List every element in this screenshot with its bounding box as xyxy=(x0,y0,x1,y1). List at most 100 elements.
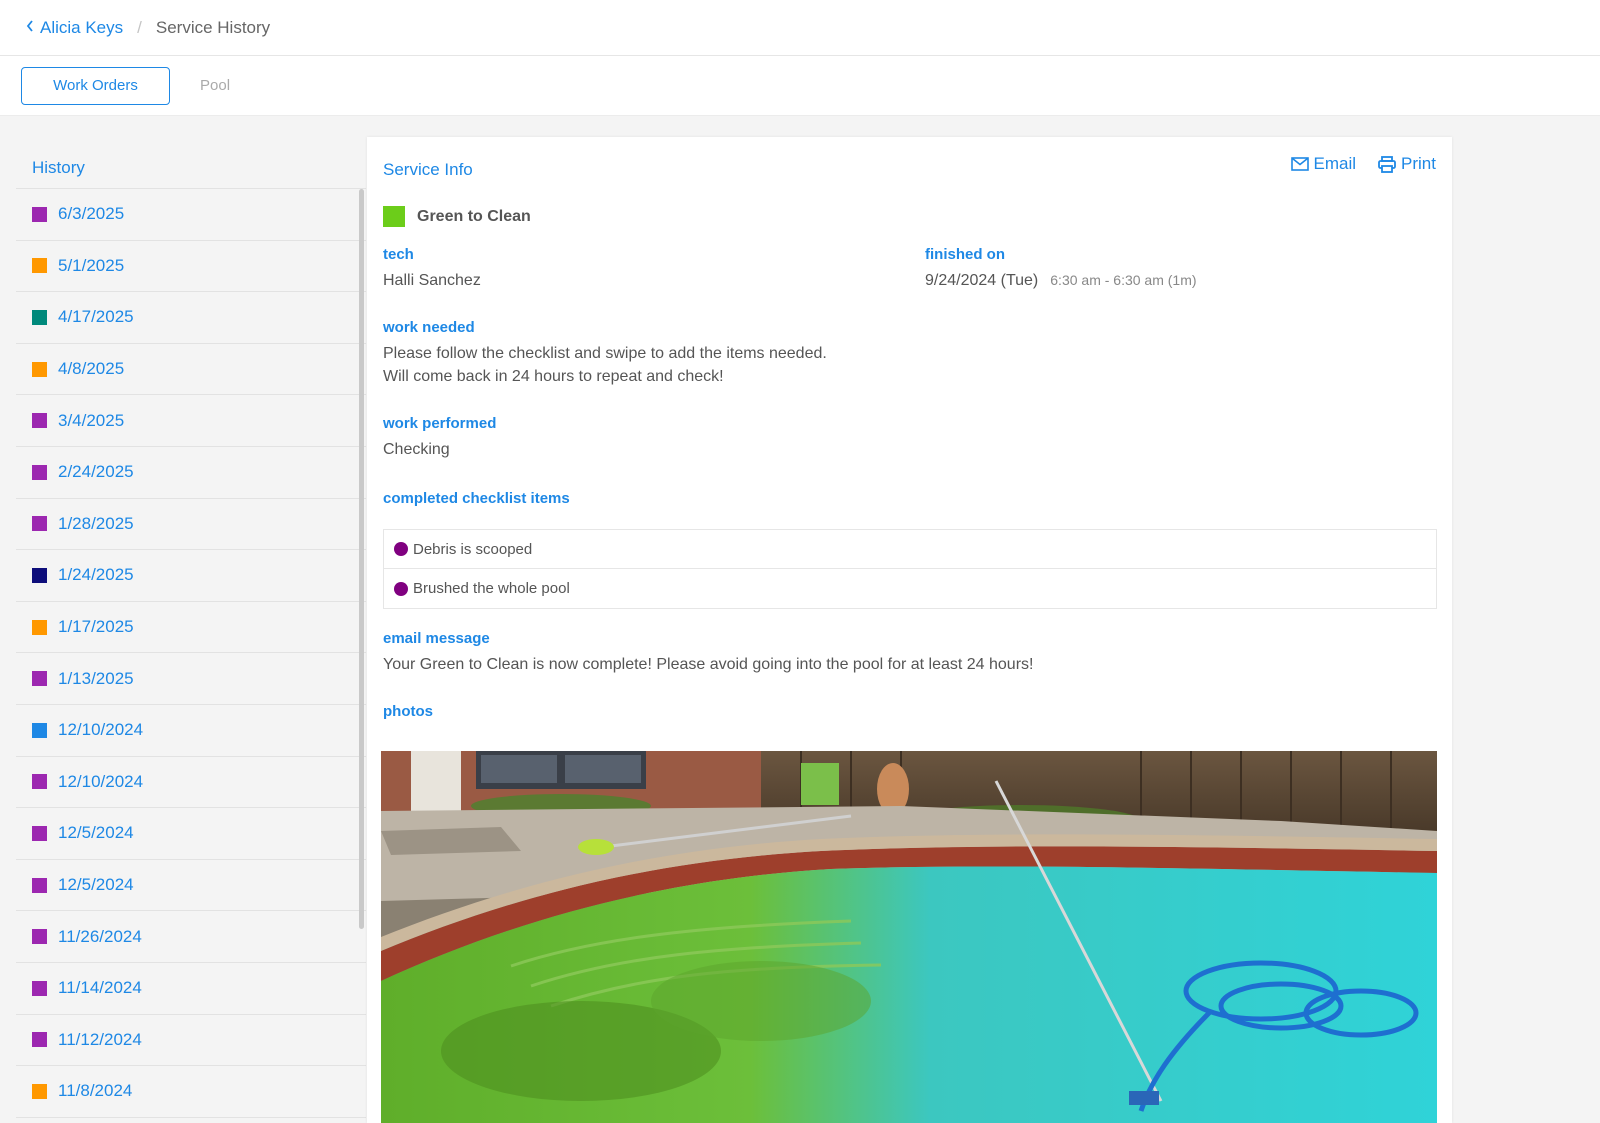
history-item-date[interactable]: 4/17/2025 xyxy=(58,307,134,327)
email-label: Email xyxy=(1313,154,1357,173)
email-message-label: email message xyxy=(383,630,490,647)
history-item-swatch xyxy=(32,413,47,429)
photos-label: photos xyxy=(383,703,433,720)
history-item-date[interactable]: 11/26/2024 xyxy=(58,927,142,947)
history-item-date[interactable]: 3/4/2025 xyxy=(58,411,124,431)
history-item[interactable]: 12/10/2024 xyxy=(16,757,366,809)
history-item-swatch xyxy=(32,464,47,480)
history-item[interactable]: 1/24/2025 xyxy=(16,550,366,602)
history-scrollbar[interactable] xyxy=(359,189,364,929)
history-item[interactable]: 1/28/2025 xyxy=(16,499,366,551)
finished-value: 9/24/2024 (Tue) 6:30 am - 6:30 am (1m) xyxy=(925,269,1197,292)
history-item-date[interactable]: 11/14/2024 xyxy=(58,978,142,998)
history-item-date[interactable]: 12/5/2024 xyxy=(58,875,134,895)
checklist-item: Brushed the whole pool xyxy=(384,569,1436,608)
history-item[interactable]: 4/8/2025 xyxy=(16,344,366,396)
history-item-swatch xyxy=(32,206,47,222)
history-item-date[interactable]: 11/8/2024 xyxy=(58,1081,132,1101)
email-button[interactable]: Email xyxy=(1290,154,1357,174)
top-bar: Alicia Keys / Service History xyxy=(0,0,1600,56)
history-item[interactable]: 1/17/2025 xyxy=(16,602,366,654)
checklist-item: Debris is scooped xyxy=(384,530,1436,569)
history-item-swatch xyxy=(32,619,47,635)
history-item-swatch xyxy=(32,980,47,996)
history-item-date[interactable]: 1/28/2025 xyxy=(58,514,134,534)
service-type-label: Green to Clean xyxy=(417,207,531,225)
history-item[interactable]: 3/4/2025 xyxy=(16,395,366,447)
service-info-card: Service Info Email Print Green to Clean … xyxy=(367,137,1452,1123)
history-item-date[interactable]: 1/24/2025 xyxy=(58,565,134,585)
service-type-swatch xyxy=(383,206,405,227)
history-item[interactable]: 11/12/2024 xyxy=(16,1015,366,1067)
history-item-date[interactable]: 11/12/2024 xyxy=(58,1030,142,1050)
history-sidebar: History 6/3/2025 5/1/2025 4/17/2025 4/8/202… xyxy=(16,137,366,1123)
history-item-date[interactable]: 4/8/2025 xyxy=(58,359,124,379)
tab-bar: Work Orders Pool xyxy=(0,56,1600,116)
work-performed-value: Checking xyxy=(383,441,450,458)
history-item-swatch xyxy=(32,671,47,687)
pool-photo-image xyxy=(381,751,1437,1123)
chevron-left-icon xyxy=(26,19,34,37)
finished-date: 9/24/2024 (Tue) xyxy=(925,272,1039,289)
service-info-title: Service Info xyxy=(383,160,473,179)
history-item-swatch xyxy=(32,516,47,532)
history-item-swatch xyxy=(32,825,47,841)
checklist: Debris is scooped Brushed the whole pool xyxy=(383,529,1437,609)
work-needed-line1: Please follow the checklist and swipe to… xyxy=(383,345,827,362)
breadcrumb-separator: / xyxy=(137,17,142,37)
history-item[interactable]: 4/17/2025 xyxy=(16,292,366,344)
history-item-date[interactable]: 2/24/2025 xyxy=(58,462,134,482)
tab-pool[interactable]: Pool xyxy=(200,69,230,102)
history-item-swatch xyxy=(32,309,47,325)
history-item[interactable]: 2/24/2025 xyxy=(16,447,366,499)
print-label: Print xyxy=(1401,154,1436,173)
checklist-label: completed checklist items xyxy=(383,490,570,507)
tech-label: tech xyxy=(383,246,414,263)
history-item[interactable]: 11/8/2024 xyxy=(16,1066,366,1118)
history-item-date[interactable]: 12/5/2024 xyxy=(58,823,134,843)
history-item-date[interactable]: 5/1/2025 xyxy=(58,256,124,276)
history-item[interactable]: 12/5/2024 xyxy=(16,860,366,912)
finished-time: 6:30 am - 6:30 am (1m) xyxy=(1050,272,1197,288)
card-actions: Email Print xyxy=(1269,154,1436,174)
history-item-swatch xyxy=(32,361,47,377)
service-type: Green to Clean xyxy=(383,206,531,227)
pool-photo[interactable] xyxy=(381,751,1437,1123)
history-item-date[interactable]: 12/10/2024 xyxy=(58,720,143,740)
breadcrumb-back-label[interactable]: Alicia Keys xyxy=(40,18,123,38)
history-item[interactable]: 11/14/2024 xyxy=(16,963,366,1015)
history-item-date[interactable]: 12/10/2024 xyxy=(58,772,143,792)
work-needed-label: work needed xyxy=(383,319,475,336)
work-performed-label: work performed xyxy=(383,415,497,432)
finished-label: finished on xyxy=(925,246,1005,263)
printer-icon xyxy=(1378,155,1396,173)
history-item-swatch xyxy=(32,722,47,738)
history-item-swatch xyxy=(32,774,47,790)
history-item-swatch xyxy=(32,567,47,583)
page-title: Service History xyxy=(155,17,271,37)
history-item[interactable]: 1/13/2025 xyxy=(16,653,366,705)
history-item[interactable]: 12/5/2024 xyxy=(16,808,366,860)
history-item-swatch xyxy=(32,1032,47,1048)
history-item[interactable]: 5/1/2025 xyxy=(16,241,366,293)
history-item[interactable]: 11/26/2024 xyxy=(16,911,366,963)
history-item-date[interactable]: 6/3/2025 xyxy=(58,204,124,224)
envelope-icon xyxy=(1290,157,1309,171)
checklist-dot-icon xyxy=(394,542,408,556)
history-item[interactable]: 12/10/2024 xyxy=(16,705,366,757)
tech-value: Halli Sanchez xyxy=(383,272,481,289)
work-needed-line2: Will come back in 24 hours to repeat and… xyxy=(383,368,724,385)
history-item[interactable]: 6/3/2025 xyxy=(16,189,366,241)
history-item-date[interactable]: 1/13/2025 xyxy=(58,669,134,689)
print-button[interactable]: Print xyxy=(1378,154,1436,174)
checklist-dot-icon xyxy=(394,581,408,596)
history-item-swatch xyxy=(32,877,47,893)
history-title: History xyxy=(16,137,366,189)
tab-work-orders[interactable]: Work Orders xyxy=(21,66,170,105)
email-message-value: Your Green to Clean is now complete! Ple… xyxy=(383,656,1034,673)
checklist-item-text: Brushed the whole pool xyxy=(413,580,570,597)
history-list: 6/3/2025 5/1/2025 4/17/2025 4/8/2025 3/4/202… xyxy=(16,189,366,1118)
breadcrumb-back-link[interactable]: Alicia Keys xyxy=(26,18,123,38)
history-item-swatch xyxy=(32,929,47,945)
history-item-date[interactable]: 1/17/2025 xyxy=(58,617,134,637)
